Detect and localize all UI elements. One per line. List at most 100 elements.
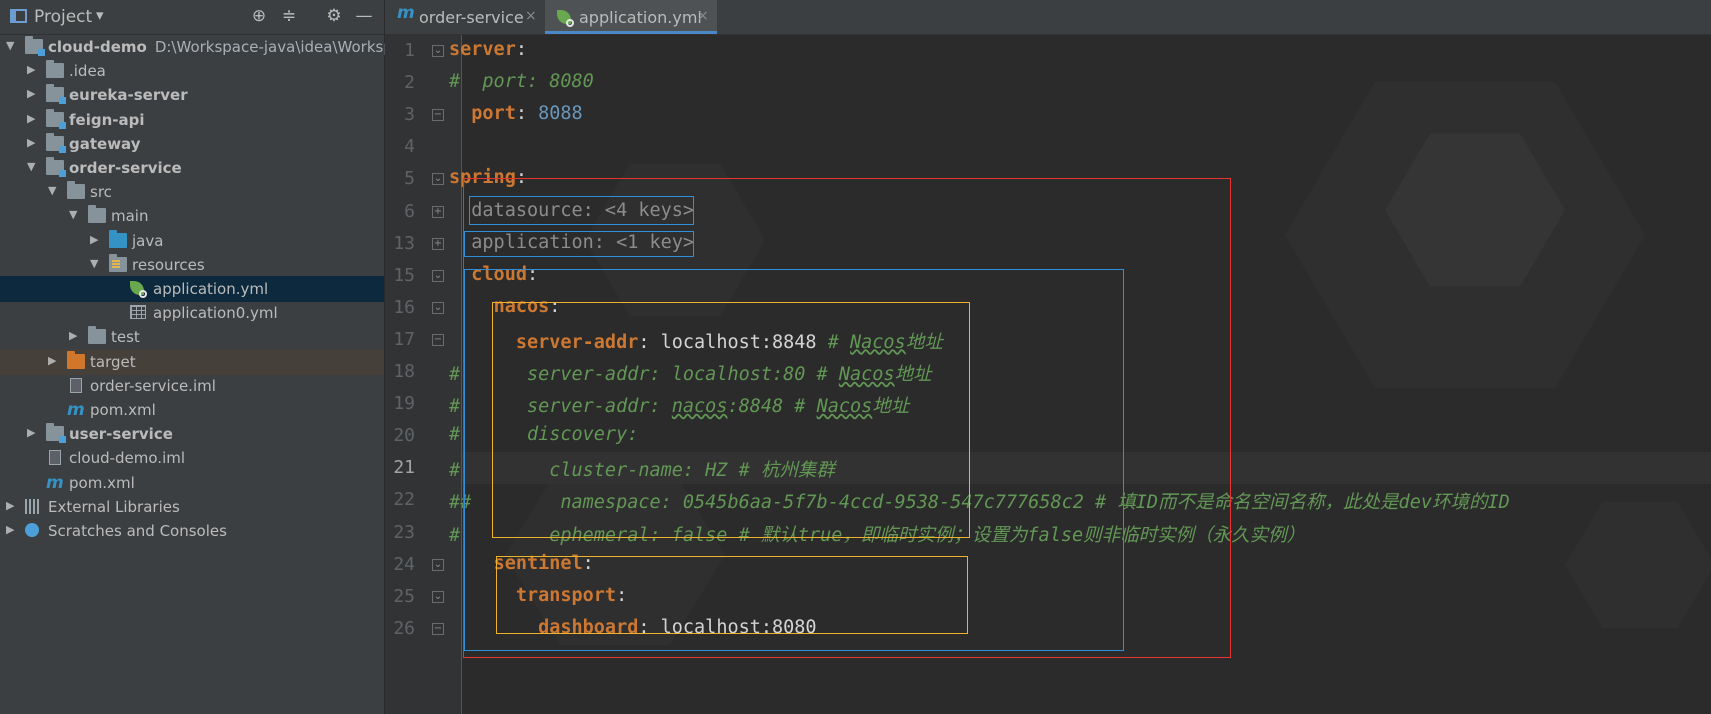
tree-item[interactable]: ▶ java	[0, 228, 384, 254]
code-line[interactable]: # server-addr: nacos:8848 # Nacos地址	[449, 392, 909, 418]
expand-arrow-icon[interactable]: ▶	[6, 523, 18, 537]
yaml-table-icon	[130, 305, 146, 320]
tree-item-label: .idea	[69, 62, 106, 81]
tree-item[interactable]: ▶ Scratches and Consoles	[0, 518, 384, 544]
expand-arrow-icon[interactable]: ▶	[6, 499, 18, 513]
code-line[interactable]: server-addr: localhost:8848 # Nacos地址	[449, 328, 943, 354]
tree-item[interactable]: cloud-demo.iml	[0, 445, 384, 471]
tree-item[interactable]: application0.yml	[0, 300, 384, 326]
code-line[interactable]: cloud:	[449, 264, 538, 285]
code-token: Nacos	[838, 364, 895, 385]
folder-icon	[88, 326, 106, 345]
tree-item[interactable]: order-service.iml	[0, 373, 384, 399]
tree-item[interactable]: ▶ feign-api	[0, 107, 384, 133]
code-token: 8088	[538, 103, 583, 125]
tree-item[interactable]: ▼ main	[0, 203, 384, 229]
tree-item[interactable]: application.yml	[0, 276, 384, 302]
line-number: 24	[393, 553, 415, 575]
code-line[interactable]: dashboard: localhost:8080	[449, 616, 817, 638]
collapse-arrow-icon[interactable]: ▼	[6, 39, 18, 53]
tree-item[interactable]: ▼ order-service	[0, 155, 384, 181]
tab-close-icon[interactable]: ×	[697, 8, 709, 24]
line-number: 23	[393, 521, 415, 543]
line-number: 6	[404, 200, 415, 222]
tree-item[interactable]: ▼ src	[0, 179, 384, 205]
fold-marker-icon[interactable]: ⌄	[432, 590, 444, 603]
iml-file-icon	[49, 450, 61, 466]
code-line[interactable]: datasource: <4 keys>	[449, 200, 694, 221]
fold-marker-icon[interactable]: +	[432, 205, 444, 218]
maven-icon: m	[67, 400, 85, 420]
view-dropdown-icon[interactable]: ▾	[96, 6, 104, 24]
tree-item[interactable]: ▼ resources	[0, 252, 384, 278]
expand-arrow-icon[interactable]: ▶	[27, 87, 39, 101]
fold-marker-icon[interactable]: −	[432, 333, 444, 346]
code-line[interactable]: sentinel:	[449, 553, 594, 574]
line-number: 2	[404, 72, 415, 94]
code-line[interactable]: application: <1 key>	[449, 232, 694, 253]
fold-marker-icon[interactable]: −	[432, 109, 444, 122]
source-folder-icon	[109, 229, 127, 248]
collapse-all-icon[interactable]: ≑	[278, 5, 300, 27]
tree-item[interactable]: m pom.xml	[0, 470, 384, 496]
collapse-arrow-icon[interactable]: ▼	[69, 208, 81, 222]
code-token: nacos	[671, 396, 728, 418]
tree-item[interactable]: m pom.xml	[0, 397, 384, 423]
hide-panel-icon[interactable]: —	[353, 5, 375, 27]
code-token: datasource: <4 keys>	[471, 199, 695, 221]
code-line[interactable]: # ephemeral: false # 默认true，即临时实例；设置为fal…	[449, 521, 1305, 547]
tree-item[interactable]: ▶ test	[0, 324, 384, 350]
tree-item[interactable]: ▶ user-service	[0, 421, 384, 447]
expand-arrow-icon[interactable]: ▶	[69, 329, 81, 343]
code-line[interactable]: # cluster-name: HZ # 杭州集群	[449, 456, 835, 482]
collapse-arrow-icon[interactable]: ▼	[27, 160, 39, 174]
code-line[interactable]: nacos:	[449, 296, 561, 317]
code-line[interactable]: transport:	[449, 585, 627, 606]
expand-arrow-icon[interactable]: ▶	[27, 63, 39, 77]
code-line[interactable]: # discovery:	[449, 424, 638, 445]
fold-marker-icon[interactable]: ⌄	[432, 269, 444, 282]
fold-marker-icon[interactable]: ⌄	[432, 301, 444, 314]
expand-arrow-icon[interactable]: ▶	[48, 354, 60, 368]
tree-item[interactable]: ▶ .idea	[0, 58, 384, 84]
tree-item[interactable]: ▶ gateway	[0, 131, 384, 157]
fold-marker-icon[interactable]: ⌄	[432, 173, 444, 186]
project-panel-title[interactable]: Project	[34, 7, 92, 27]
tree-item[interactable]: ▶ eureka-server	[0, 82, 384, 108]
code-token: : localhost:8080	[638, 616, 817, 638]
settings-gear-icon[interactable]: ⚙	[323, 5, 345, 27]
collapse-arrow-icon[interactable]: ▼	[90, 257, 102, 271]
fold-marker-icon[interactable]: ⌄	[432, 558, 444, 571]
code-line[interactable]: server:	[449, 39, 527, 60]
fold-marker-icon[interactable]: ⌄	[432, 45, 444, 57]
libraries-icon	[25, 498, 39, 514]
locate-file-icon[interactable]: ⊕	[248, 5, 270, 27]
expand-arrow-icon[interactable]: ▶	[27, 426, 39, 440]
expand-arrow-icon[interactable]: ▶	[90, 233, 102, 247]
tab-close-icon[interactable]: ×	[525, 8, 537, 24]
tab-application-yml[interactable]: application.yml ×	[545, 0, 717, 34]
code-token: server-addr	[515, 331, 639, 353]
fold-marker-icon[interactable]: +	[432, 237, 444, 250]
tab-order-service[interactable]: m order-service ×	[385, 0, 545, 34]
fold-marker-icon[interactable]: −	[432, 622, 444, 635]
code-token: application: <1 key>	[471, 231, 695, 253]
tree-item[interactable]: ▼ cloud-demo D:\Workspace-java\idea\Worksp…	[0, 34, 402, 60]
code-line[interactable]: spring:	[449, 167, 527, 188]
code-editor[interactable]: 1 ⌄ 2 3−4 5 ⌄ 6 +13 +15 ⌄ 16 ⌄ 17−18 19 20 21 22 23 24 ⌄ 25 ⌄…	[385, 35, 1711, 714]
tree-item-label: application0.yml	[153, 304, 278, 323]
code-token: 地址	[905, 331, 943, 353]
tree-item-label: java	[132, 231, 164, 250]
code-line[interactable]: # port: 8080	[449, 71, 594, 92]
expand-arrow-icon[interactable]: ▶	[27, 136, 39, 150]
code-line[interactable]: ## namespace: 0545b6aa-5f7b-4ccd-9538-54…	[449, 488, 1510, 514]
code-line[interactable]: # server-addr: localhost:80 # Nacos地址	[449, 360, 932, 386]
tree-item[interactable]: ▶ target	[0, 348, 384, 375]
code-line[interactable]: port: 8088	[449, 103, 583, 125]
collapse-arrow-icon[interactable]: ▼	[48, 184, 60, 198]
tab-label: order-service	[419, 8, 524, 27]
expand-arrow-icon[interactable]: ▶	[27, 112, 39, 126]
tree-item[interactable]: ▶ External Libraries	[0, 494, 384, 520]
